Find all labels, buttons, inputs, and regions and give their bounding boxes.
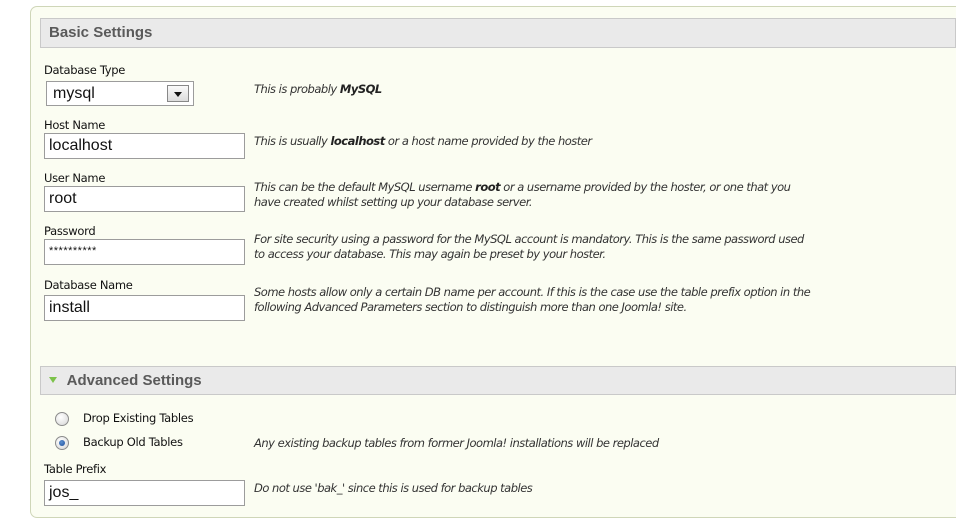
database-name-input[interactable]: install — [44, 295, 245, 321]
drop-tables-label: Drop Existing Tables — [83, 411, 194, 425]
host-name-label: Host Name — [44, 118, 106, 132]
advanced-settings-title: Advanced Settings — [66, 372, 202, 389]
host-name-desc: This is usually localhost or a host name… — [254, 134, 592, 148]
password-desc: For site security using a password for t… — [254, 232, 804, 261]
backup-tables-radio[interactable] — [55, 436, 69, 450]
user-name-label: User Name — [44, 171, 106, 185]
backup-tables-label: Backup Old Tables — [83, 435, 183, 449]
database-name-label: Database Name — [44, 278, 133, 292]
dropdown-arrow-icon[interactable] — [167, 85, 189, 102]
password-label: Password — [44, 224, 96, 238]
host-name-input[interactable]: localhost — [44, 133, 245, 159]
database-type-desc: This is probably MySQL — [254, 82, 382, 96]
backup-tables-desc: Any existing backup tables from former J… — [254, 436, 659, 450]
expand-triangle-icon — [49, 377, 57, 384]
advanced-settings-header[interactable]: Advanced Settings — [40, 366, 956, 395]
database-name-desc: Some hosts allow only a certain DB name … — [254, 285, 811, 314]
drop-tables-radio[interactable] — [55, 412, 69, 426]
database-type-select[interactable]: mysql — [46, 81, 194, 106]
password-input[interactable]: ********** — [44, 239, 245, 265]
table-prefix-desc: Do not use 'bak_' since this is used for… — [254, 481, 533, 495]
table-prefix-label: Table Prefix — [44, 462, 107, 476]
table-prefix-input[interactable]: jos_ — [44, 480, 245, 506]
database-type-label: Database Type — [44, 63, 126, 77]
basic-settings-header: Basic Settings — [40, 18, 956, 48]
user-name-input[interactable]: root — [44, 186, 245, 212]
user-name-desc: This can be the default MySQL username r… — [254, 180, 791, 209]
basic-settings-title: Basic Settings — [49, 24, 153, 41]
database-type-value: mysql — [53, 85, 95, 102]
